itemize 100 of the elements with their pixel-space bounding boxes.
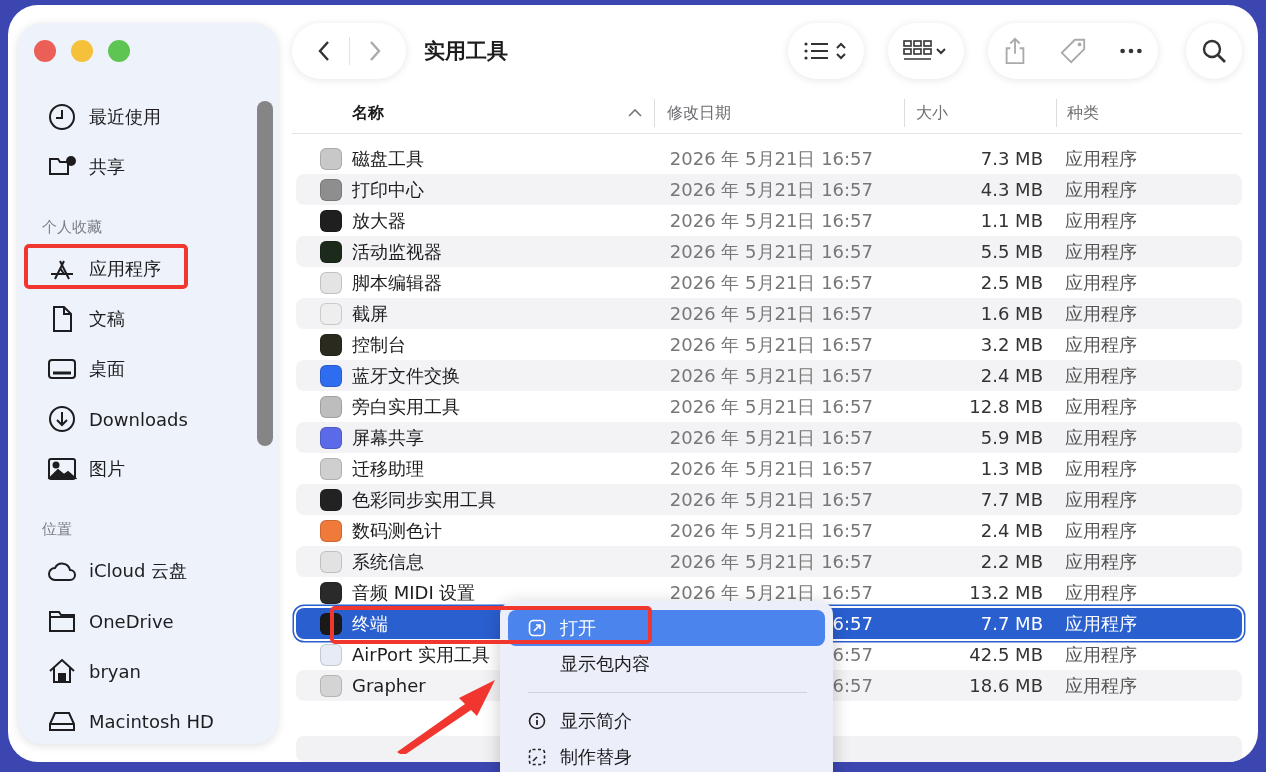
kind-cell: 应用程序 (1065, 580, 1137, 605)
size-cell-text: 1.3 MB (979, 458, 1043, 480)
column-header[interactable]: 大小 (916, 102, 948, 124)
file-name[interactable]: 磁盘工具 (352, 146, 424, 171)
size-cell-text: 13.2 MB (968, 582, 1043, 604)
group-button[interactable] (888, 22, 964, 79)
size-cell-text: 3.2 MB (979, 334, 1043, 356)
file-name[interactable]: 数码测色计 (352, 518, 442, 543)
alias-icon (528, 748, 546, 766)
sidebar-item[interactable]: OneDrive (18, 596, 278, 646)
file-name[interactable]: 放大器 (352, 208, 406, 233)
clock-icon (47, 102, 77, 132)
size-cell-text: 5.9 MB (979, 427, 1043, 449)
info-icon (528, 712, 546, 730)
column-header[interactable]: 名称 (352, 102, 384, 124)
file-name[interactable]: 终端 (352, 611, 388, 636)
zoom-button[interactable] (108, 40, 130, 62)
sidebar-item[interactable]: 桌面 (18, 344, 278, 394)
close-button[interactable] (34, 40, 56, 62)
menu-item[interactable]: 制作替身 (508, 739, 825, 772)
kind-cell: 应用程序 (1065, 301, 1137, 326)
menu-item[interactable]: 显示简介 (508, 703, 825, 739)
kind-cell: 应用程序 (1065, 518, 1137, 543)
kind-cell: 应用程序 (1065, 332, 1137, 357)
search-icon (1201, 37, 1227, 64)
file-name[interactable]: 屏幕共享 (352, 425, 424, 450)
kind-cell: 应用程序 (1065, 549, 1137, 574)
size-cell-text: 2.5 MB (979, 272, 1043, 294)
kind-cell: 应用程序 (1065, 363, 1137, 388)
sidebar-item[interactable]: Downloads (18, 394, 278, 444)
date-cell-text: 6:57 (831, 644, 873, 666)
sidebar-item[interactable]: bryan (18, 646, 278, 696)
date-cell-text: 2026 年 5月21日 16:57 (668, 270, 873, 295)
kind-cell: 应用程序 (1065, 456, 1137, 481)
date-cell-text: 2026 年 5月21日 16:57 (668, 239, 873, 264)
sidebar-item[interactable]: 图片 (18, 444, 278, 494)
size-cell-text: 7.3 MB (979, 148, 1043, 170)
tag-icon[interactable] (1059, 36, 1087, 65)
window-title: 实用工具 (424, 37, 508, 65)
menu-item[interactable]: 打开 (508, 610, 825, 646)
section-heading: 个人收藏 (41, 217, 103, 238)
sidebar-item[interactable]: iCloud 云盘 (18, 546, 278, 596)
file-name[interactable]: 蓝牙文件交换 (352, 363, 460, 388)
date-cell-text: 2026 年 5月21日 16:57 (668, 208, 873, 233)
size-cell-text: 1.6 MB (979, 303, 1043, 325)
sidebar-item[interactable]: 文稿 (18, 294, 278, 344)
kind-cell: 应用程序 (1065, 270, 1137, 295)
size-cell-text: 5.5 MB (979, 241, 1043, 263)
size-cell-text: 2.2 MB (979, 551, 1043, 573)
menu-item[interactable]: 显示包内容 (508, 646, 825, 682)
sort-caret-icon (628, 108, 642, 119)
size-cell-text: 42.5 MB (968, 644, 1043, 666)
file-name[interactable]: 色彩同步实用工具 (352, 487, 496, 512)
file-name[interactable]: 系统信息 (352, 549, 424, 574)
date-cell-text: 2026 年 5月21日 16:57 (668, 425, 873, 450)
date-cell-text: 2026 年 5月21日 16:57 (668, 363, 873, 388)
size-cell-text: 7.7 MB (979, 613, 1043, 635)
kind-cell: 应用程序 (1065, 394, 1137, 419)
file-name[interactable]: 打印中心 (352, 177, 424, 202)
date-cell-text: 2026 年 5月21日 16:57 (668, 518, 873, 543)
column-header[interactable]: 修改日期 (667, 102, 731, 124)
kind-cell: 应用程序 (1065, 487, 1137, 512)
view-options-button[interactable] (788, 22, 864, 79)
search-button[interactable] (1186, 22, 1242, 79)
date-cell-text: 2026 年 5月21日 16:57 (668, 549, 873, 574)
file-name[interactable]: AirPort 实用工具 (352, 642, 491, 667)
file-name[interactable]: 活动监视器 (352, 239, 442, 264)
scrollbar[interactable] (257, 101, 273, 446)
sidebar-item[interactable]: 最近使用 (18, 92, 278, 142)
date-cell-text: 6:57 (831, 613, 873, 635)
date-cell-text: 2026 年 5月21日 16:57 (668, 301, 873, 326)
date-cell-text: 2026 年 5月21日 16:57 (668, 456, 873, 481)
date-cell-text: 2026 年 5月21日 16:57 (668, 580, 873, 605)
file-name[interactable]: 脚本编辑器 (352, 270, 442, 295)
kind-cell: 应用程序 (1065, 177, 1137, 202)
file-name[interactable]: 控制台 (352, 332, 406, 357)
sidebar-item[interactable]: Macintosh HD (18, 696, 278, 746)
file-name[interactable]: 截屏 (352, 301, 388, 326)
kind-cell: 应用程序 (1065, 239, 1137, 264)
kind-cell: 应用程序 (1065, 425, 1137, 450)
size-cell-text: 2.4 MB (979, 365, 1043, 387)
size-cell-text: 12.8 MB (968, 396, 1043, 418)
date-cell-text: 2026 年 5月21日 16:57 (668, 332, 873, 357)
file-name[interactable]: 旁白实用工具 (352, 394, 460, 419)
kind-cell: 应用程序 (1065, 642, 1137, 667)
sidebar-item[interactable]: 共享 (18, 142, 278, 192)
file-name[interactable]: 音频 MIDI 设置 (352, 580, 476, 605)
size-cell-text: 2.4 MB (979, 520, 1043, 542)
kind-cell: 应用程序 (1065, 146, 1137, 171)
column-header[interactable]: 种类 (1067, 102, 1099, 124)
kind-cell: 应用程序 (1065, 611, 1137, 636)
size-cell-text: 7.7 MB (979, 489, 1043, 511)
sidebar-item[interactable]: 应用程序 (18, 244, 278, 294)
size-cell-text: 1.1 MB (979, 210, 1043, 232)
date-cell-text: 2026 年 5月21日 16:57 (668, 177, 873, 202)
minimize-button[interactable] (71, 40, 93, 62)
file-name[interactable]: 迁移助理 (352, 456, 424, 481)
size-cell-text: 18.6 MB (968, 675, 1043, 697)
date-cell-text: 6:57 (831, 675, 873, 697)
file-name[interactable]: Grapher (352, 675, 426, 697)
